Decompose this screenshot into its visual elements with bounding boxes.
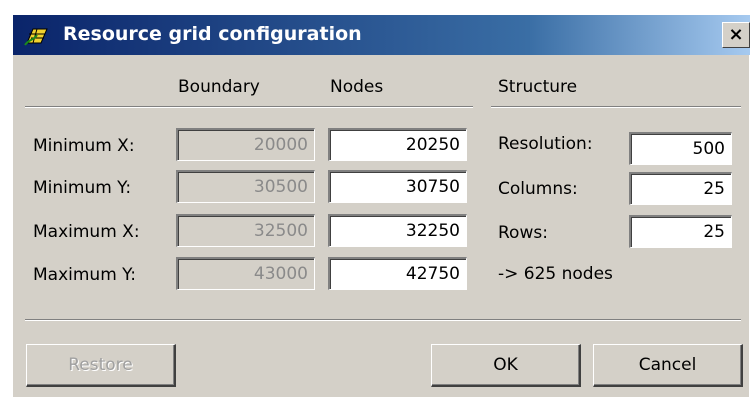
cancel-button[interactable]: Cancel xyxy=(593,344,743,387)
boundary-min-y-field: 30500 xyxy=(176,170,315,203)
rows-field[interactable]: 25 xyxy=(629,215,732,248)
ok-button[interactable]: OK xyxy=(431,344,581,387)
header-boundary: Boundary xyxy=(178,77,260,97)
label-minimum-x: Minimum X: xyxy=(33,136,135,156)
header-separator-right xyxy=(491,106,741,108)
label-resolution: Resolution: xyxy=(498,134,593,154)
footer-separator xyxy=(25,319,741,321)
restore-button[interactable]: Restore xyxy=(26,344,176,387)
label-maximum-y: Maximum Y: xyxy=(33,265,137,285)
boundary-max-y-field: 43000 xyxy=(176,257,315,290)
label-rows: Rows: xyxy=(498,223,548,243)
boundary-max-x-field: 32500 xyxy=(176,214,315,247)
title-bar[interactable]: Resource grid configuration × xyxy=(13,15,750,55)
label-columns: Columns: xyxy=(498,179,578,199)
label-minimum-y: Minimum Y: xyxy=(33,178,132,198)
close-button[interactable]: × xyxy=(722,22,750,48)
label-maximum-x: Maximum X: xyxy=(33,222,140,242)
header-nodes: Nodes xyxy=(330,77,384,97)
window-title: Resource grid configuration xyxy=(63,23,362,45)
grid-app-icon xyxy=(24,28,48,46)
close-icon: × xyxy=(728,24,744,45)
header-structure: Structure xyxy=(498,77,578,97)
boundary-min-x-field: 20000 xyxy=(176,128,315,161)
dialog-window: Resource grid configuration × Boundary N… xyxy=(12,15,750,397)
nodes-max-x-field[interactable]: 32250 xyxy=(328,214,467,247)
nodes-min-x-field[interactable]: 20250 xyxy=(328,128,467,161)
header-separator-left xyxy=(25,106,473,108)
resolution-field[interactable]: 500 xyxy=(629,132,732,165)
nodes-max-y-field[interactable]: 42750 xyxy=(328,257,467,290)
columns-field[interactable]: 25 xyxy=(629,172,732,205)
nodes-min-y-field[interactable]: 30750 xyxy=(328,170,467,203)
nodes-summary: -> 625 nodes xyxy=(498,264,613,284)
